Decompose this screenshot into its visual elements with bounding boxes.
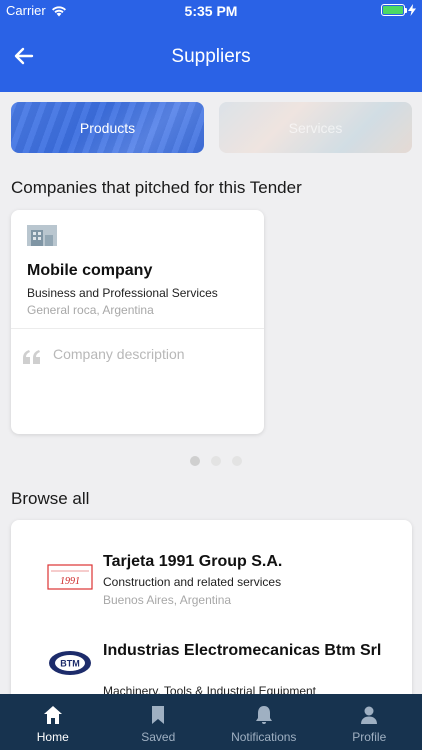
browse-section-title: Browse all (11, 489, 90, 508)
pitched-section-title: Companies that pitched for this Tender (11, 178, 302, 197)
supplier-name: Tarjeta 1991 Group S.A. (103, 553, 283, 570)
pitched-company-card[interactable]: Mobile company Business and Professional… (11, 210, 264, 434)
supplier-logo: 1991 (47, 564, 93, 590)
tab-notifications-label: Notifications (231, 730, 297, 744)
company-location: General roca, Argentina (27, 303, 154, 317)
tab-saved[interactable]: Saved (106, 694, 212, 750)
status-right (381, 4, 416, 16)
status-time: 5:35 PM (184, 3, 238, 19)
supplier-list-item[interactable]: 1991 Tarjeta 1991 Group S.A. Constructio… (11, 550, 412, 640)
tab-saved-label: Saved (141, 730, 176, 744)
company-category: Business and Professional Services (27, 286, 218, 300)
tab-home[interactable]: Home (0, 694, 106, 750)
supplier-name: Industrias Electromecanicas Btm Srl (103, 642, 382, 659)
segment-products[interactable]: Products (11, 102, 204, 153)
navigation-bar: Suppliers (0, 22, 422, 92)
tab-profile-label: Profile (352, 730, 387, 744)
tab-home-label: Home (36, 730, 69, 744)
building-icon (27, 225, 57, 246)
person-icon (361, 706, 378, 724)
supplier-logo-text: 1991 (60, 576, 80, 587)
page-title: Suppliers (171, 46, 251, 67)
supplier-logo: BTM (49, 651, 91, 675)
supplier-category: Construction and related services (103, 575, 282, 589)
page-dot-2[interactable] (211, 456, 221, 466)
company-name: Mobile company (27, 262, 153, 279)
supplier-logo-text: BTM (60, 659, 80, 669)
segment-services[interactable]: Services (219, 102, 412, 153)
charging-icon (408, 4, 416, 16)
quote-icon (23, 350, 40, 364)
card-divider (11, 328, 264, 329)
status-bar: Carrier 5:35 PM (0, 0, 422, 22)
browse-list: 1991 Tarjeta 1991 Group S.A. Constructio… (11, 520, 412, 720)
carousel-pagination (190, 456, 242, 466)
bell-icon (255, 706, 272, 724)
page-dot-1[interactable] (190, 456, 200, 466)
company-description: Company description (53, 346, 185, 362)
home-icon (43, 706, 62, 724)
tab-notifications[interactable]: Notifications (211, 694, 317, 750)
page-dot-3[interactable] (232, 456, 242, 466)
tab-bar: Home Saved Notifications Profile (0, 694, 422, 750)
battery-icon (381, 4, 407, 16)
bookmark-icon (152, 706, 165, 724)
segment-services-label: Services (288, 119, 343, 136)
supplier-location: Buenos Aires, Argentina (103, 593, 232, 607)
tab-profile[interactable]: Profile (317, 694, 422, 750)
segment-products-label: Products (79, 119, 136, 136)
